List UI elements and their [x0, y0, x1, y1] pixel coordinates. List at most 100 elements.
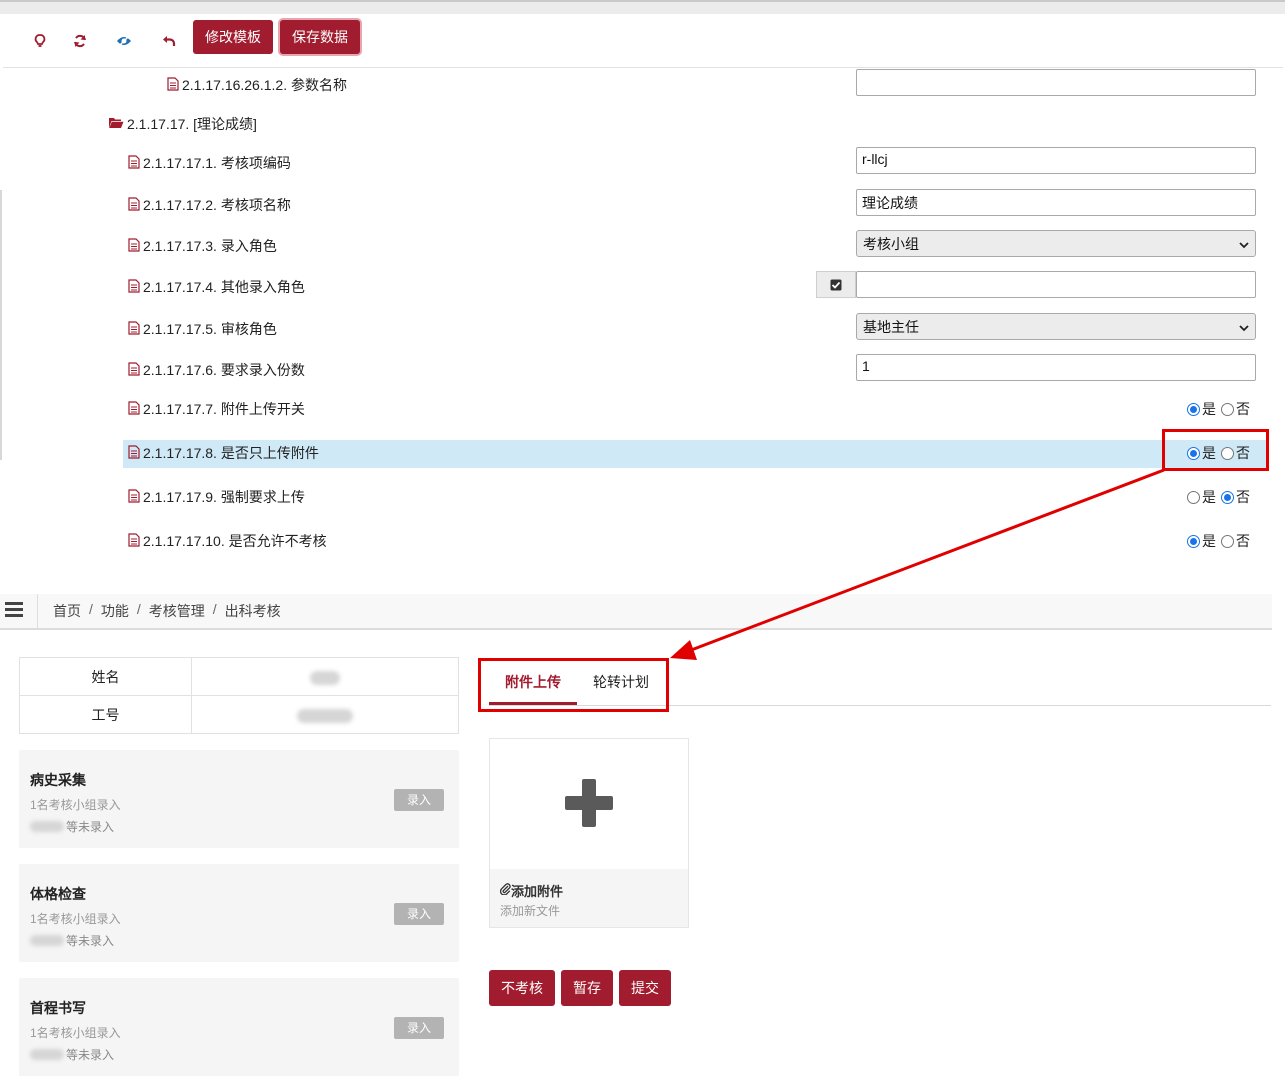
tree-label: 2.1.17.16.26.1.2. 参数名称 [167, 75, 347, 95]
tree-label[interactable]: 2.1.17.17. [理论成绩] [108, 114, 257, 134]
refresh-icon[interactable] [67, 28, 93, 54]
card-title: 体格检查 [30, 886, 86, 902]
redacted-names [30, 1049, 64, 1060]
file-icon [167, 76, 179, 94]
id-label: 工号 [19, 695, 192, 734]
file-icon [128, 278, 140, 296]
force-upload-radios: 是 否 [1187, 487, 1253, 507]
redacted-id [297, 708, 353, 723]
breadcrumb-separator: / [89, 601, 93, 617]
card-note: 等未录入 [30, 818, 114, 835]
radio-yes-label: 是 [1202, 533, 1216, 549]
radio-yes[interactable] [1187, 490, 1200, 504]
chevron-down-icon [1239, 319, 1249, 335]
tree-row-highlighted: 2.1.17.17.8. 是否只上传附件 是 否 [0, 440, 1285, 470]
exam-item-card: 首程书写 1名考核小组录入 等未录入 录入 [19, 978, 459, 1076]
file-icon [128, 154, 140, 172]
entry-role-select[interactable]: 考核小组 [856, 230, 1256, 257]
tree-row: 2.1.17.17.6. 要求录入份数 1 [0, 354, 1285, 384]
table-row: 姓名 [19, 657, 459, 696]
entry-button[interactable]: 录入 [394, 903, 444, 925]
entry-button[interactable]: 录入 [394, 1017, 444, 1039]
breadcrumb-function[interactable]: 功能 [101, 601, 129, 621]
file-icon [128, 488, 140, 506]
file-icon [128, 320, 140, 338]
allow-skip-radios: 是 否 [1187, 531, 1253, 551]
required-count-input[interactable]: 1 [856, 354, 1256, 381]
exam-item-card: 病史采集 1名考核小组录入 等未录入 录入 [19, 750, 459, 848]
redacted-name [310, 670, 340, 685]
tree-row: 2.1.17.17.4. 其他录入角色 [0, 271, 1285, 301]
upload-title-text: 添加附件 [511, 884, 564, 899]
card-note-text: 等未录入 [66, 1048, 115, 1062]
divider [37, 594, 38, 628]
radio-yes-label: 是 [1202, 401, 1216, 417]
tree-row: 2.1.17.17.3. 录入角色 考核小组 [0, 230, 1285, 260]
radio-no-label: 否 [1236, 401, 1250, 417]
radio-no[interactable] [1221, 534, 1234, 548]
tree-row: 2.1.17.17. [理论成绩] [0, 108, 1285, 138]
radio-no[interactable] [1221, 490, 1234, 504]
annotation-box-tabs [478, 658, 669, 712]
paperclip-icon [499, 883, 511, 898]
card-subtitle: 1名考核小组录入 [30, 1026, 121, 1040]
file-icon [128, 196, 140, 214]
upload-title: 添加附件 [499, 881, 564, 900]
tree-row: 2.1.17.17.1. 考核项编码 r-llcj [0, 147, 1285, 177]
card-note: 等未录入 [30, 932, 114, 949]
tree-label: 2.1.17.17.6. 要求录入份数 [128, 360, 305, 380]
skip-exam-button[interactable]: 不考核 [489, 970, 555, 1006]
tree-label-text: 2.1.17.17.10. 是否允许不考核 [143, 533, 327, 549]
edit-template-button[interactable]: 修改模板 [193, 20, 273, 54]
student-info-table: 姓名 工号 [19, 657, 459, 734]
file-icon [128, 400, 140, 418]
item-name-input[interactable]: 理论成绩 [856, 189, 1256, 216]
tree-label-text: 2.1.17.17.1. 考核项编码 [143, 155, 291, 171]
tree-label: 2.1.17.17.3. 录入角色 [128, 236, 277, 256]
submit-button[interactable]: 提交 [619, 970, 671, 1006]
checkbox-checked-icon [830, 279, 842, 290]
review-role-select[interactable]: 基地主任 [856, 313, 1256, 340]
undo-icon[interactable] [156, 28, 182, 54]
other-role-input[interactable] [856, 271, 1256, 298]
breadcrumb: 首页 / 功能 / 考核管理 / 出科考核 [53, 601, 281, 621]
tree-label-text: 2.1.17.17.2. 考核项名称 [143, 197, 291, 213]
save-draft-button[interactable]: 暂存 [561, 970, 613, 1006]
card-note-text: 等未录入 [66, 934, 115, 948]
radio-no[interactable] [1221, 402, 1234, 416]
add-attachment-area[interactable] [490, 739, 688, 869]
card-note-text: 等未录入 [66, 820, 115, 834]
radio-yes[interactable] [1187, 402, 1200, 416]
tree-label-text: 2.1.17.17.3. 录入角色 [143, 238, 277, 254]
tree-label-text: 2.1.17.17.6. 要求录入份数 [143, 362, 305, 378]
breadcrumb-current: 出科考核 [224, 603, 281, 619]
radio-yes[interactable] [1187, 534, 1200, 548]
menu-icon[interactable] [5, 602, 23, 617]
item-code-input[interactable]: r-llcj [856, 147, 1256, 174]
top-strip [0, 0, 1285, 14]
tree-row: 2.1.17.17.10. 是否允许不考核 是 否 [0, 525, 1285, 555]
tree-label-text: 2.1.17.17. [理论成绩] [127, 116, 257, 132]
tree-label: 2.1.17.17.7. 附件上传开关 [128, 399, 305, 419]
file-icon [128, 532, 140, 550]
tree-label: 2.1.17.17.9. 强制要求上传 [128, 487, 305, 507]
tree-label: 2.1.17.17.10. 是否允许不考核 [128, 531, 327, 551]
exam-item-card: 体格检查 1名考核小组录入 等未录入 录入 [19, 864, 459, 962]
breadcrumb-exam-management[interactable]: 考核管理 [149, 601, 205, 621]
eye-icon[interactable] [111, 28, 137, 54]
tree-row: 2.1.17.17.9. 强制要求上传 是 否 [0, 481, 1285, 511]
name-label: 姓名 [19, 657, 192, 696]
lightbulb-icon[interactable] [27, 28, 53, 54]
redacted-names [30, 935, 64, 946]
select-value: 基地主任 [863, 318, 919, 335]
entry-button[interactable]: 录入 [394, 789, 444, 811]
breadcrumb-home[interactable]: 首页 [53, 601, 81, 621]
file-icon [128, 444, 140, 462]
upload-subtitle: 添加新文件 [500, 904, 561, 918]
param-name-input[interactable] [856, 69, 1256, 96]
other-role-checkbox[interactable] [816, 271, 856, 298]
save-data-button[interactable]: 保存数据 [280, 20, 360, 54]
card-title: 首程书写 [30, 1000, 86, 1016]
tree-label-text: 2.1.17.17.8. 是否只上传附件 [143, 445, 319, 461]
id-value [191, 695, 459, 734]
